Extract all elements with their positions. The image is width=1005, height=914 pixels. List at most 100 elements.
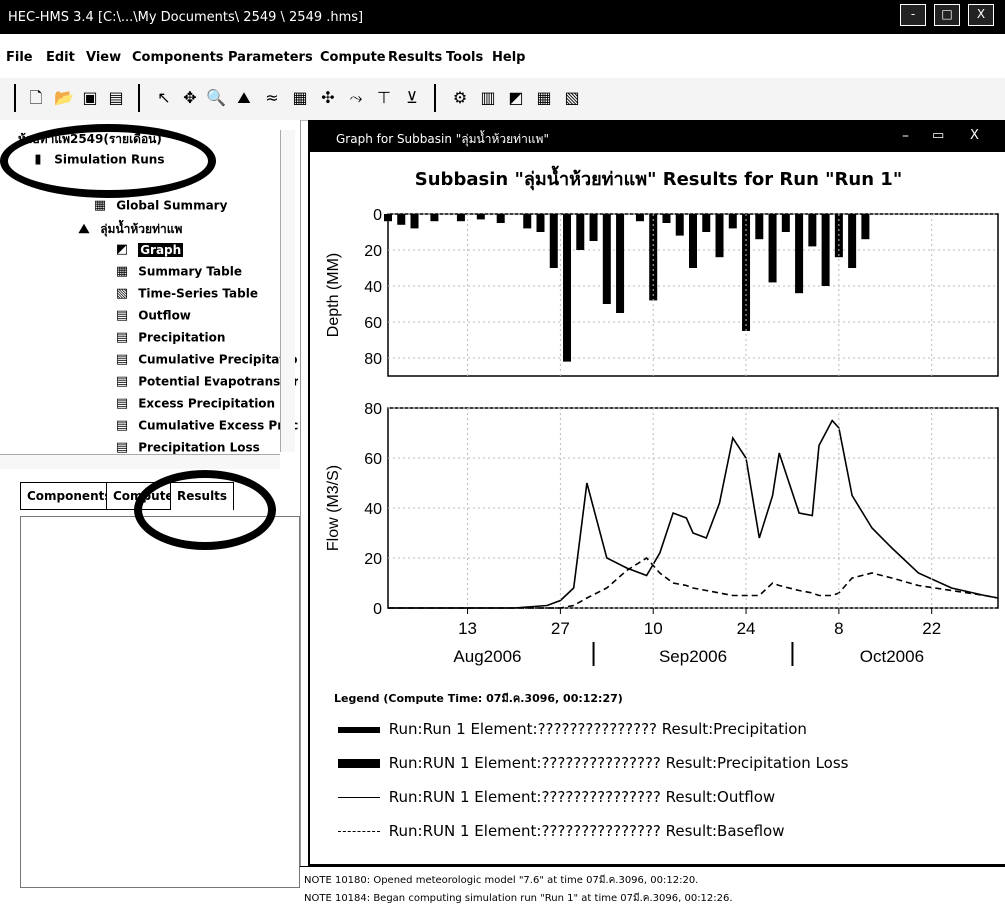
tree-item-graph[interactable]: ◩ Graph bbox=[114, 242, 184, 258]
excess-precipitation-label: Excess Precipitation bbox=[138, 396, 276, 411]
zoom-icon[interactable]: 🔍 bbox=[206, 88, 226, 108]
legend-item-precipitation: Run:Run 1 Element:??????????????? Result… bbox=[338, 720, 807, 738]
precip-bar bbox=[675, 214, 684, 236]
precip-y-tick-label: 20 bbox=[364, 243, 382, 260]
x-tick-label: 24 bbox=[737, 619, 756, 638]
tree-item-cumulative-precipitation[interactable]: ▤ Cumulative Precipitation bbox=[114, 352, 298, 368]
legend-item-outflow: Run:RUN 1 Element:??????????????? Result… bbox=[338, 788, 775, 806]
graph-window: Graph for Subbasin "ลุ่มน้ำห้วยท่าแพ" – … bbox=[308, 120, 1005, 866]
tree-item-excess-precipitation[interactable]: ▤ Excess Precipitation bbox=[114, 396, 275, 412]
menu-bar: File Edit View Components Parameters Com… bbox=[0, 34, 1005, 79]
precip-bar bbox=[689, 214, 697, 268]
menu-parameters[interactable]: Parameters bbox=[228, 50, 313, 65]
subbasin-icon[interactable]: ⛰ bbox=[234, 88, 254, 108]
tree-global-summary[interactable]: ▦ Global Summary bbox=[92, 198, 228, 214]
junction-icon[interactable]: ✣ bbox=[318, 88, 338, 108]
tree-item-potential-evapotranspiration[interactable]: ▤ Potential Evapotranspiration bbox=[114, 374, 298, 390]
precipitation-label: Precipitation bbox=[138, 330, 226, 345]
maximize-button[interactable]: □ bbox=[934, 4, 960, 26]
menu-file[interactable]: File bbox=[6, 50, 33, 65]
flow-y-tick-label: 20 bbox=[364, 551, 382, 568]
reach-icon[interactable]: ≈ bbox=[262, 88, 282, 108]
print-icon[interactable]: ▤ bbox=[106, 88, 126, 108]
subbasin-label: ลุ่มน้ำห้วยท่าแพ bbox=[100, 222, 183, 236]
watershed-explorer: ห้วยท่าแพ2549(รายเดือน) ▮ Simulation Run… bbox=[0, 120, 301, 913]
close-button[interactable]: X bbox=[968, 4, 994, 26]
global-summary-label: Global Summary bbox=[116, 198, 228, 213]
potential-evapotranspiration-label: Potential Evapotranspiration bbox=[138, 374, 298, 389]
legend-swatch bbox=[338, 831, 380, 832]
tab-components[interactable]: Components bbox=[20, 482, 119, 510]
toolbar-separator bbox=[14, 84, 16, 112]
menu-components[interactable]: Components bbox=[132, 50, 224, 65]
source-icon[interactable]: ⊤ bbox=[374, 88, 394, 108]
annotation-circle bbox=[134, 470, 276, 550]
hydrograph-chart: 0 20 40 60 80 Depth (MM) 0 20 40 60 80 Flow (M3/S) 1… bbox=[325, 207, 999, 666]
legend-swatch bbox=[338, 726, 380, 733]
precip-bar bbox=[702, 214, 711, 232]
precip-bar bbox=[742, 214, 751, 331]
tree-item-summary-table[interactable]: ▦ Summary Table bbox=[114, 264, 242, 280]
tree-item-precipitation[interactable]: ▤ Precipitation bbox=[114, 330, 226, 346]
x-tick-label: 8 bbox=[834, 619, 843, 638]
precip-bar bbox=[635, 214, 644, 222]
precip-bar bbox=[728, 214, 737, 229]
flow-y-tick-label: 80 bbox=[364, 401, 382, 418]
tree-horizontal-scrollbar[interactable] bbox=[0, 454, 280, 469]
precip-bar bbox=[496, 214, 505, 223]
tree-item-outflow[interactable]: ▤ Outflow bbox=[114, 308, 191, 324]
graph-icon[interactable]: ◩ bbox=[506, 88, 526, 108]
message-line: NOTE 10184: Began computing simulation r… bbox=[304, 893, 733, 904]
minimize-button[interactable]: - bbox=[900, 4, 926, 26]
legend-label: Run:RUN 1 Element:??????????????? Result… bbox=[388, 754, 849, 772]
menu-view[interactable]: View bbox=[86, 50, 121, 65]
legend-swatch bbox=[338, 797, 380, 798]
sink-icon[interactable]: ⊻ bbox=[402, 88, 422, 108]
tree-vertical-scrollbar[interactable] bbox=[280, 130, 295, 452]
move-icon[interactable]: ✥ bbox=[180, 88, 200, 108]
precip-bar bbox=[549, 214, 558, 268]
menu-tools[interactable]: Tools bbox=[446, 50, 483, 65]
precip-bar bbox=[795, 214, 804, 294]
menu-help[interactable]: Help bbox=[492, 50, 525, 65]
flow-y-tick-label: 60 bbox=[364, 451, 382, 468]
result-icon: ▤ bbox=[115, 374, 129, 389]
precip-bar bbox=[649, 214, 658, 301]
reservoir-icon[interactable]: ▦ bbox=[290, 88, 310, 108]
result-icon: ▤ bbox=[115, 352, 129, 367]
precip-y-axis-label: Depth (MM) bbox=[325, 253, 342, 337]
tree-subbasin[interactable]: ⛰ ลุ่มน้ำห้วยท่าแพ bbox=[76, 220, 183, 239]
menu-edit[interactable]: Edit bbox=[46, 50, 75, 65]
message-line: NOTE 10180: Opened meteorologic model "7… bbox=[304, 875, 699, 886]
x-month-label: Oct2006 bbox=[860, 647, 924, 666]
timeseries-icon[interactable]: ▧ bbox=[562, 88, 582, 108]
legend-label: Run:RUN 1 Element:??????????????? Result… bbox=[388, 788, 776, 806]
precip-bar bbox=[523, 214, 532, 229]
compute-icon[interactable]: ⚙ bbox=[450, 88, 470, 108]
menu-compute[interactable]: Compute bbox=[320, 50, 386, 65]
menu-results[interactable]: Results bbox=[388, 50, 442, 65]
tree-item-cumulative-excess-prec[interactable]: ▤ Cumulative Excess Prec bbox=[114, 418, 298, 434]
new-icon[interactable]: 🗋 bbox=[26, 88, 46, 108]
graph-label: Graph bbox=[138, 242, 184, 257]
diversion-icon[interactable]: ⤳ bbox=[346, 88, 366, 108]
component-editor-pane bbox=[20, 516, 300, 888]
save-icon[interactable]: ▣ bbox=[80, 88, 100, 108]
tree-item-time-series-table[interactable]: ▧ Time-Series Table bbox=[114, 286, 258, 302]
result-icon: ▤ bbox=[115, 418, 129, 433]
results-icon[interactable]: ▥ bbox=[478, 88, 498, 108]
arrow-icon[interactable]: ↖ bbox=[154, 88, 174, 108]
precip-bar bbox=[602, 214, 611, 304]
table-icon: ▦ bbox=[115, 264, 129, 279]
toolbar-separator bbox=[434, 84, 436, 112]
x-month-label: Aug2006 bbox=[453, 647, 521, 666]
open-icon[interactable]: 📂 bbox=[54, 88, 74, 108]
x-tick-label: 13 bbox=[458, 619, 477, 638]
outflow-label: Outflow bbox=[138, 308, 191, 323]
result-icon: ▤ bbox=[115, 308, 129, 323]
table-icon[interactable]: ▦ bbox=[534, 88, 554, 108]
toolbar-separator bbox=[138, 84, 140, 112]
precip-bar bbox=[397, 214, 406, 225]
precip-bar bbox=[563, 214, 572, 362]
precip-bar bbox=[861, 214, 870, 240]
